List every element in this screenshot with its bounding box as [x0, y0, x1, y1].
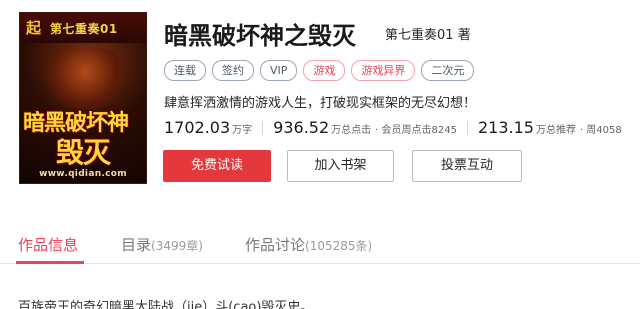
- total-clicks-unit: 万总点击: [331, 125, 372, 136]
- word-count-unit: 万字: [232, 125, 253, 136]
- tab-info-label: 作品信息: [18, 236, 79, 254]
- tab-discussion-count: (105285条): [305, 239, 373, 253]
- free-read-button[interactable]: 免费试读: [163, 150, 271, 182]
- cover-artwork: [40, 47, 130, 109]
- total-recommend-unit: 万总推荐: [535, 125, 576, 136]
- weekly-recommend: · 周4058: [579, 125, 622, 136]
- tag-category[interactable]: 游戏: [303, 60, 346, 81]
- book-intro: 肆意挥洒激情的游戏人生，打破现实框架的无尽幻想！: [164, 96, 477, 111]
- tab-discussion-label: 作品讨论: [245, 236, 306, 254]
- add-to-shelf-button[interactable]: 加入书架: [287, 150, 394, 182]
- stat-divider: [466, 120, 468, 135]
- cover-url: www.qidian.com: [39, 169, 127, 179]
- active-tab-indicator: [16, 261, 84, 264]
- tag-list: 连载 签约 VIP 游戏 游戏异界 二次元: [164, 60, 475, 81]
- cover-series: 第七重奏01: [50, 22, 118, 36]
- tab-discussion[interactable]: 作品讨论(105285条): [245, 234, 372, 255]
- cover-title-line2: 毁灭: [56, 136, 111, 169]
- tag-vip: VIP: [260, 60, 298, 81]
- tag-subcategory[interactable]: 游戏异界: [351, 60, 416, 81]
- book-stats: 1702.03 万字 936.52 万总点击 · 会员周点击8245 213.1…: [164, 118, 622, 137]
- tab-info[interactable]: 作品信息: [18, 234, 78, 255]
- book-description: 百族帝王的奇幻暗黑大陆战（jie）斗(cao)毁灭史。: [18, 300, 314, 309]
- tag-style: 二次元: [421, 60, 475, 81]
- word-count: 1702.03: [164, 118, 231, 137]
- total-clicks: 936.52: [273, 118, 330, 137]
- tag-status: 连载: [164, 60, 206, 81]
- tag-contract: 签约: [212, 60, 254, 81]
- book-author[interactable]: 第七重奏01 著: [385, 24, 471, 43]
- tab-catalog[interactable]: 目录(3499章): [121, 234, 203, 255]
- tab-catalog-label: 目录: [121, 236, 152, 254]
- tab-catalog-count: (3499章): [151, 239, 203, 253]
- book-cover[interactable]: 起 第七重奏01 暗黑破坏神 毁灭 www.qidian.com: [19, 12, 147, 184]
- book-title: 暗黑破坏神之毁灭: [164, 22, 356, 50]
- cover-logo: 起: [26, 19, 42, 37]
- detail-tabs: 作品信息 目录(3499章) 作品讨论(105285条): [0, 224, 640, 264]
- stat-divider: [262, 120, 264, 135]
- total-recommend: 213.15: [477, 118, 534, 137]
- vote-button[interactable]: 投票互动: [412, 150, 522, 182]
- weekly-member-clicks: · 会员周点击8245: [375, 125, 457, 136]
